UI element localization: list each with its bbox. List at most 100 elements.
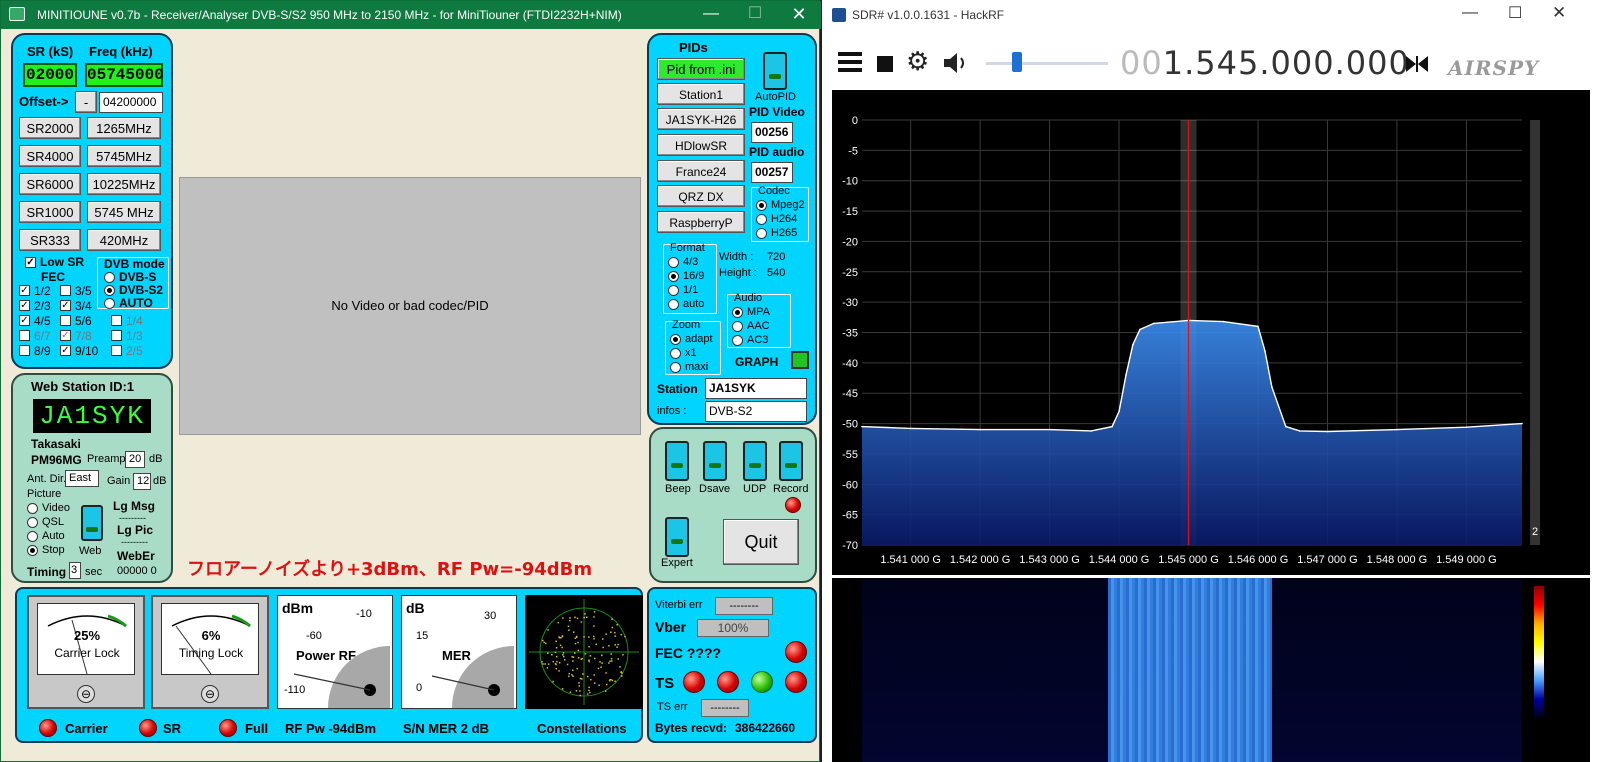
fec-check[interactable] (60, 285, 71, 296)
timing-lock-meter: 6% Timing Lock ⊖ (151, 595, 269, 709)
udp-switch[interactable] (743, 441, 767, 481)
offset-sign-button[interactable]: - (75, 91, 97, 113)
format-169-radio[interactable]: 16/9 (668, 270, 704, 282)
picture-video-radio[interactable]: Video (27, 502, 70, 514)
fec-check[interactable] (19, 330, 30, 341)
hdlowsr-button[interactable]: HDlowSR (657, 134, 745, 156)
beep-switch[interactable] (665, 441, 689, 481)
dvb-auto-radio[interactable]: AUTO (104, 296, 153, 310)
autopid-switch[interactable] (763, 52, 787, 90)
zoom-adapt-radio[interactable]: adapt (670, 333, 713, 345)
frequency-display[interactable]: 001.545.000.000 (1120, 44, 1410, 82)
ant-dir-input[interactable]: East (65, 470, 99, 487)
france24-button[interactable]: France24 (657, 160, 745, 182)
picture-qsl-radio[interactable]: QSL (27, 516, 64, 528)
fec-check[interactable] (111, 345, 122, 356)
radio-mark (668, 284, 679, 296)
station-input[interactable]: JA1SYK (705, 378, 807, 399)
minimize-icon[interactable]: — (689, 1, 733, 29)
fec-check[interactable]: ✓ (60, 330, 71, 341)
skip-center-icon[interactable] (1404, 54, 1430, 74)
audio-mpa-radio[interactable]: MPA (732, 306, 770, 318)
stop-icon[interactable] (877, 56, 893, 72)
preamp-input[interactable]: 20 (125, 451, 145, 468)
timing-reset-icon[interactable]: ⊖ (201, 685, 219, 703)
settings-gear-icon[interactable]: ⚙ (906, 48, 929, 74)
sdr-maximize-icon[interactable]: ☐ (1508, 3, 1522, 23)
fec-check[interactable] (19, 345, 30, 356)
gain-input[interactable]: 12 (133, 473, 151, 490)
sr1000-button[interactable]: SR1000 (19, 201, 81, 223)
sr2000-button[interactable]: SR2000 (19, 117, 81, 139)
web-toggle-switch[interactable] (81, 505, 103, 541)
constellation-point (584, 613, 586, 615)
record-switch[interactable] (779, 441, 803, 481)
fec-check[interactable] (60, 315, 71, 326)
freq-5745b-button[interactable]: 5745 MHz (87, 201, 161, 223)
freq-1265-button[interactable]: 1265MHz (87, 117, 161, 139)
sdr-minimize-icon[interactable]: — (1462, 4, 1478, 22)
waterfall-display[interactable] (832, 578, 1590, 762)
low-sr-checkbox[interactable]: ✓ Low SR (25, 255, 84, 269)
sdr-close-icon[interactable]: ✕ (1552, 3, 1566, 23)
speaker-icon[interactable] (942, 50, 970, 76)
maximize-icon[interactable]: ☐ (733, 1, 777, 29)
dvb-s2-radio[interactable]: DVB-S2 (104, 283, 163, 297)
sr6000-button[interactable]: SR6000 (19, 173, 81, 195)
codec-mpeg2-radio[interactable]: Mpeg2 (756, 199, 805, 211)
zoom-maxi-radio[interactable]: maxi (670, 361, 708, 373)
station1-button[interactable]: Station1 (657, 83, 745, 105)
fec-check[interactable]: ✓ (19, 285, 30, 296)
freq-display[interactable]: 05745000 (85, 63, 164, 87)
picture-auto-radio[interactable]: Auto (27, 530, 65, 542)
pid-audio-input[interactable]: 00257 (751, 162, 793, 183)
fec-check[interactable]: ✓ (60, 300, 71, 311)
airspy-logo: AIRSPY (1448, 56, 1540, 80)
graph-toggle-button[interactable] (791, 351, 809, 369)
fec-check[interactable]: ✓ (19, 300, 30, 311)
pid-video-input[interactable]: 00256 (751, 122, 793, 143)
audio-ac3-radio[interactable]: AC3 (732, 334, 768, 346)
pid-from-ini-button[interactable]: Pid from .ini (657, 58, 745, 80)
raspberryp-button[interactable]: RaspberryP (657, 211, 745, 233)
infos-input[interactable]: DVB-S2 (705, 401, 807, 422)
zoom-x1-radio[interactable]: x1 (670, 347, 697, 359)
carrier-reset-icon[interactable]: ⊖ (77, 685, 95, 703)
ja1syk-h26-button[interactable]: JA1SYK-H26 (657, 108, 745, 130)
sr-display[interactable]: 02000 (23, 63, 77, 87)
freq-5745-button[interactable]: 5745MHz (87, 145, 161, 167)
quit-button[interactable]: Quit (723, 519, 799, 565)
codec-h264-radio[interactable]: H264 (756, 213, 797, 225)
expert-switch[interactable] (665, 517, 689, 557)
sr333-button[interactable]: SR333 (19, 229, 81, 251)
spectrum-display[interactable]: 0 -5 -10 -15 -20 -25 -30 -35 -40 -45 -50 -55 -60 -65 -… (832, 90, 1590, 575)
dsave-switch[interactable] (703, 441, 727, 481)
minitiouner-titlebar[interactable]: MINITIOUNE v0.7b - Receiver/Analyser DVB… (1, 1, 821, 29)
radio-label: AUTO (119, 296, 153, 310)
fec-check[interactable] (111, 330, 122, 341)
fec-option: 1/3 (126, 328, 143, 343)
audio-aac-radio[interactable]: AAC (732, 320, 770, 332)
freq-420-button[interactable]: 420MHz (87, 229, 161, 251)
fec-check[interactable] (111, 315, 122, 326)
qrz-dx-button[interactable]: QRZ DX (657, 185, 745, 207)
fec-check[interactable]: ✓ (60, 345, 71, 356)
format-11-radio[interactable]: 1/1 (668, 284, 698, 296)
format-auto-radio[interactable]: auto (668, 298, 704, 310)
menu-icon[interactable] (838, 52, 862, 72)
volume-track[interactable] (986, 62, 1108, 65)
fec-check[interactable]: ✓ (19, 315, 30, 326)
dvb-s-radio[interactable]: DVB-S (104, 270, 156, 284)
offset-input[interactable]: 04200000 (99, 92, 163, 113)
codec-h265-radio[interactable]: H265 (756, 227, 797, 239)
close-icon[interactable]: ✕ (777, 1, 821, 29)
format-43-radio[interactable]: 4/3 (668, 256, 698, 268)
picture-stop-radio[interactable]: Stop (27, 544, 65, 556)
sdr-titlebar[interactable]: SDR# v1.0.0.1631 - HackRF — ☐ ✕ (822, 0, 1600, 30)
volume-slider-thumb[interactable] (1012, 52, 1022, 72)
freq-10225-button[interactable]: 10225MHz (87, 173, 161, 195)
sr4000-button[interactable]: SR4000 (19, 145, 81, 167)
video-area[interactable]: No Video or bad codec/PID (179, 177, 641, 435)
constellation-point (562, 654, 564, 656)
timing-input[interactable]: 3 (69, 562, 81, 579)
